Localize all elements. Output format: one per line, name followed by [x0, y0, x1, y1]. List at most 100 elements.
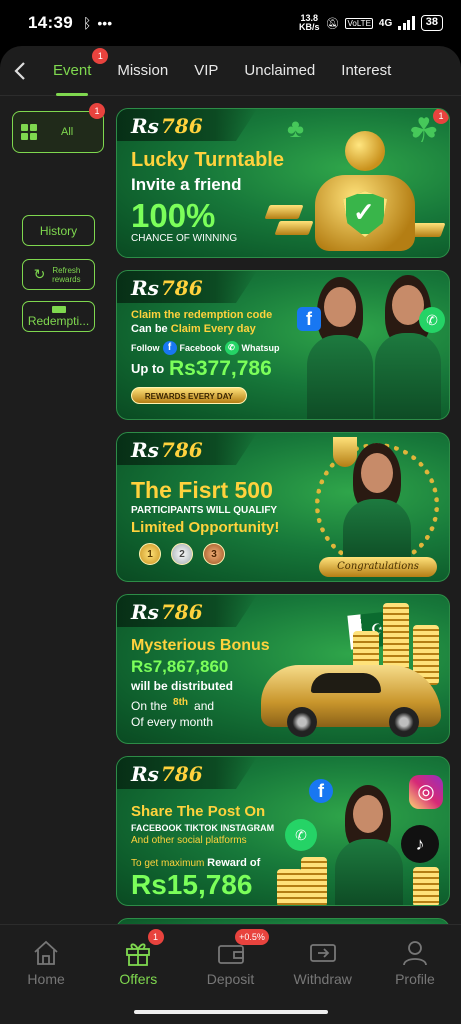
history-label: History [39, 223, 78, 238]
tab-unclaimed-label: Unclaimed [244, 61, 316, 79]
network-speed: 13.8 KB/s [299, 14, 320, 32]
nav-profile-label: Profile [395, 970, 435, 987]
mute-icon: 🔕︎ [325, 17, 340, 30]
instagram-icon: ◎ [409, 775, 443, 809]
banner-title: Lucky Turntable [131, 149, 284, 171]
nav-offers-label: Offers [119, 970, 158, 987]
tab-interest[interactable]: Interest [328, 46, 404, 96]
banner-subtitle: PARTICIPANTS WILL QUALIFY [131, 505, 278, 516]
facebook-icon: f [162, 341, 177, 355]
app-window: Event 1 Mission VIP Unclaimed Interest A… [0, 46, 461, 1024]
tab-event[interactable]: Event 1 [40, 46, 109, 96]
banner-mysterious-bonus[interactable]: Rs 786 Mysterious Bonus Rs7,867,860 will … [116, 594, 450, 744]
more-dots-icon: ••• [97, 15, 113, 31]
gesture-bar [0, 996, 461, 1024]
gold-medal-icon: 1 [139, 543, 161, 565]
battery-level: 38 [420, 15, 443, 31]
follow-label: Follow [131, 343, 160, 353]
logo-rs: Rs [131, 276, 159, 300]
volte-icon: VoLTE [345, 17, 373, 29]
coin-stack-icon [301, 857, 327, 905]
status-time: 14:39 [28, 13, 73, 32]
banner-title: Share The Post On [131, 803, 266, 820]
redemption-button[interactable]: Redempti... [22, 301, 95, 332]
nav-withdraw-label: Withdraw [293, 970, 352, 987]
tab-unclaimed[interactable]: Unclaimed [231, 46, 328, 96]
clover-icon: ♣ [287, 113, 305, 143]
back-button[interactable] [0, 46, 40, 96]
brand-logo: Rs 786 [131, 437, 203, 463]
day-label: 8th [173, 697, 189, 708]
gold-car-image [261, 665, 441, 737]
profile-icon [403, 940, 427, 965]
banner-lucky-turntable[interactable]: Rs 786 1 Lucky Turntable Invite a friend … [116, 108, 450, 258]
brand-logo: Rs 786 [131, 113, 203, 139]
logo-rs: Rs [131, 438, 159, 462]
coin-stack-icon [277, 869, 303, 905]
logo-num: 786 [160, 762, 203, 786]
every-month-label: Of every month [131, 715, 214, 729]
status-right: 13.8 KB/s 🔕︎ VoLTE 4G 38 [299, 14, 443, 32]
gift-icon [126, 943, 151, 966]
facebook-label: Facebook [179, 343, 222, 353]
facebook-icon: f [309, 779, 333, 803]
nav-home-label: Home [27, 970, 65, 987]
banner-subtitle: FACEBOOK TIKTOK INSTAGRAM [131, 823, 275, 833]
refresh-rewards-button[interactable]: ↻ Refresh rewards [22, 259, 95, 290]
nav-deposit[interactable]: Deposit +0.5% [184, 925, 276, 996]
tab-vip[interactable]: VIP [181, 46, 231, 96]
banner-date-line: On the 8th and [131, 697, 215, 713]
sidebar-item-all-label: All [61, 126, 74, 138]
sidebar: All 1 History ↻ Refresh rewards Redempti… [0, 97, 110, 924]
sidebar-all-badge: 1 [89, 103, 105, 119]
woman-image [303, 271, 377, 419]
logo-num: 786 [160, 276, 203, 300]
history-button[interactable]: History [22, 215, 95, 246]
trophy-shield-icon: ✓ [309, 131, 419, 251]
banner-tagline: Limited Opportunity! [131, 519, 280, 536]
ticket-icon [51, 305, 66, 313]
logo-num: 786 [160, 114, 203, 138]
medals-row: 1 2 3 [139, 543, 225, 565]
bottom-nav: Home Offers 1 Deposit +0.5% Withdraw Pro… [0, 924, 461, 996]
banner-share-post[interactable]: Rs 786 Share The Post On FACEBOOK TIKTOK … [116, 756, 450, 906]
banner-redemption-code[interactable]: Rs 786 Claim the redemption code Can be C… [116, 270, 450, 420]
refresh-rewards-label: Refresh rewards [52, 265, 81, 284]
banner-line3: And other social platforms [131, 835, 247, 846]
nav-withdraw[interactable]: Withdraw [277, 925, 369, 996]
network-type: 4G [378, 17, 393, 29]
banner-subtitle: Can be Claim Every day [131, 323, 256, 335]
tab-event-label: Event [53, 61, 92, 79]
nav-deposit-label: Deposit [206, 970, 255, 987]
nav-offers[interactable]: Offers 1 [92, 925, 184, 996]
bronze-medal-icon: 3 [203, 543, 225, 565]
redemption-label: Redempti... [27, 313, 90, 328]
signal-icon [398, 16, 415, 30]
and-label: and [194, 699, 215, 713]
congratulations-ribbon: Congratulations [319, 557, 437, 577]
banner-caption: CHANCE OF WINNING [131, 233, 238, 244]
trophy-icon [333, 437, 357, 467]
home-indicator[interactable] [134, 1010, 328, 1014]
banner-amount: Rs377,786 [169, 357, 272, 380]
on-the-label: On the [131, 699, 168, 713]
banner-title: The Fisrt 500 [131, 477, 273, 503]
top-tabs: Event 1 Mission VIP Unclaimed Interest [0, 46, 461, 96]
nav-profile[interactable]: Profile [369, 925, 461, 996]
coin-stack-icon [413, 867, 439, 905]
tiktok-icon: ♪ [401, 825, 439, 863]
banner-line4: To get maximum Reward of [131, 857, 260, 869]
nav-deposit-badge: +0.5% [235, 929, 269, 945]
nav-home[interactable]: Home [0, 925, 92, 996]
bluetooth-icon: ᛒ [82, 15, 92, 31]
woman-image [371, 271, 445, 419]
tab-vip-label: VIP [194, 61, 219, 79]
tab-mission[interactable]: Mission [104, 46, 181, 96]
banner-first-500[interactable]: Rs 786 The Fisrt 500 PARTICIPANTS WILL QU… [116, 432, 450, 582]
banner-line4-b: Reward of [207, 857, 261, 869]
silver-medal-icon: 2 [171, 543, 193, 565]
rewards-every-day-pill: REWARDS EVERY DAY [131, 387, 247, 404]
banner-title: Claim the redemption code [131, 309, 273, 321]
banner-amount: Rs7,867,860 [131, 657, 229, 676]
sidebar-item-all[interactable]: All 1 [12, 103, 105, 153]
